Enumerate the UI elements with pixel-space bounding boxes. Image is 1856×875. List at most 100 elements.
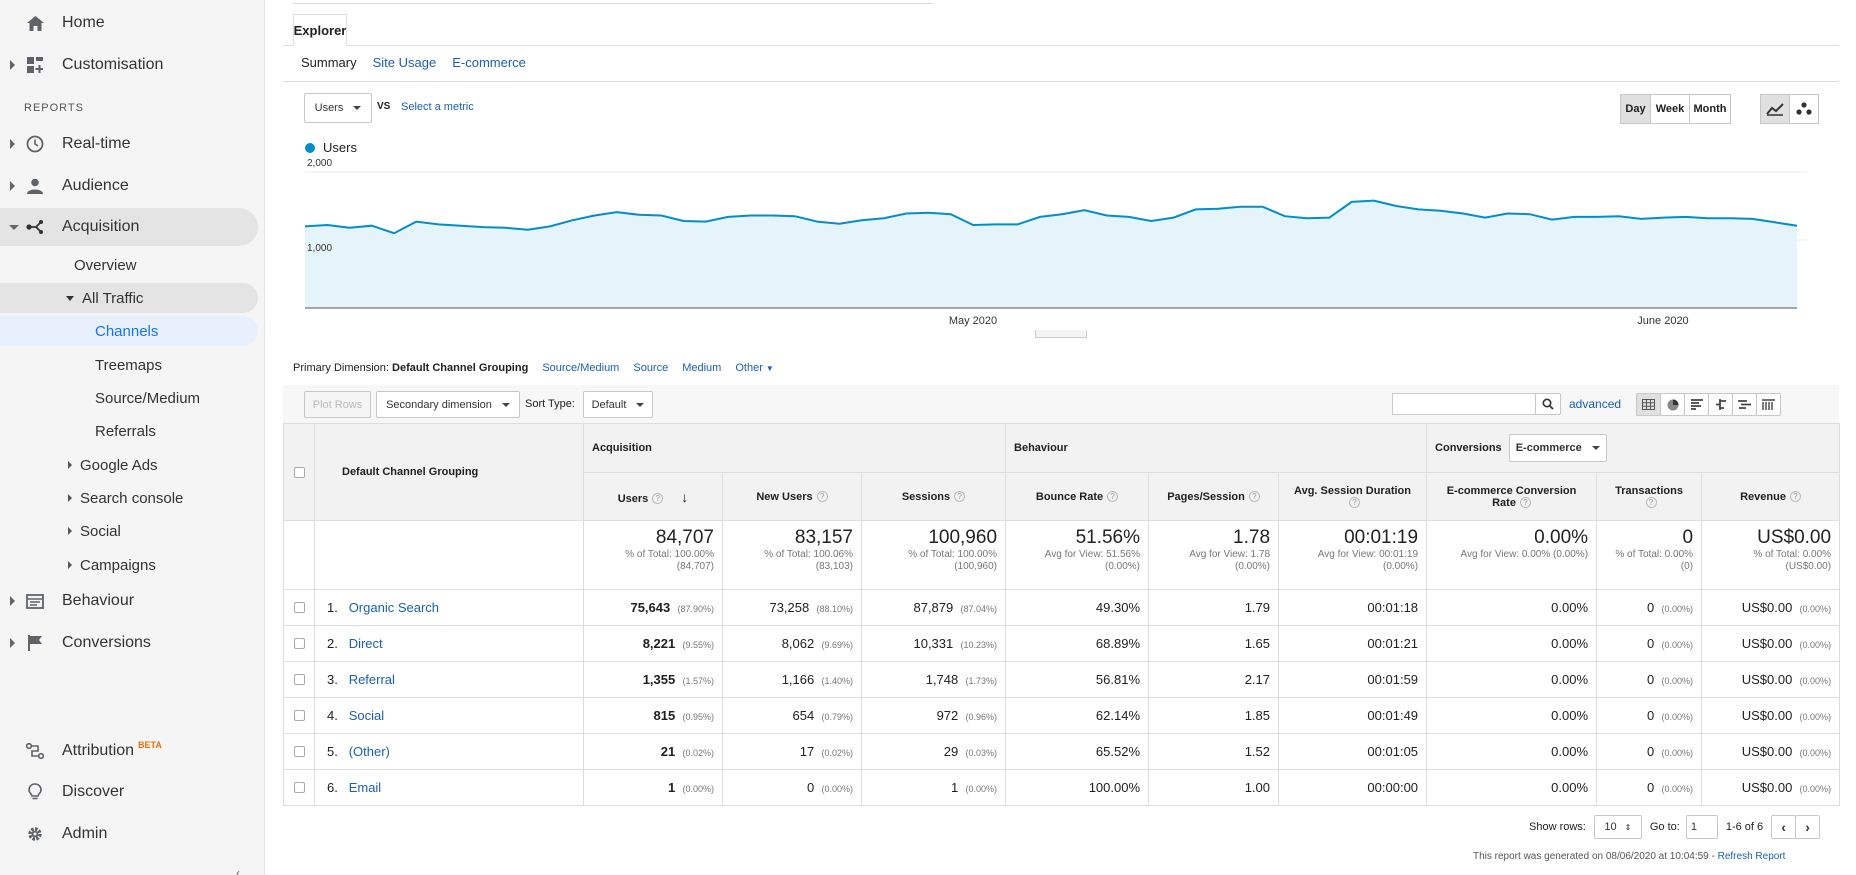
channel-link[interactable]: Email — [349, 780, 382, 795]
line-chart-button[interactable] — [1760, 94, 1790, 124]
metric-percent: (0.00%) — [1799, 676, 1832, 686]
search-button[interactable] — [1535, 393, 1561, 415]
channel-link[interactable]: Direct — [349, 636, 383, 651]
period-week-button[interactable]: Week — [1650, 94, 1690, 124]
metric-value: 1,355 — [642, 672, 676, 687]
select-metric-link[interactable]: Select a metric — [401, 101, 474, 113]
beta-badge: BETA — [138, 740, 162, 750]
total-value: 51.56% — [1075, 527, 1141, 548]
col-bounce-rate[interactable]: Bounce Rate? — [1005, 472, 1150, 521]
conversions-goal-select[interactable]: E-commerce — [1508, 434, 1607, 462]
help-icon[interactable]: ? — [954, 491, 966, 503]
view-table-button[interactable] — [1636, 393, 1661, 416]
nav-admin[interactable]: Admin — [0, 815, 258, 853]
col-avg-session-duration[interactable]: Avg. Session Duration? — [1278, 472, 1428, 521]
pd-source-medium[interactable]: Source/Medium — [542, 362, 619, 374]
view-bar-button[interactable] — [1684, 393, 1709, 416]
col-ecommerce-conversion-rate[interactable]: E-commerce Conversion Rate? — [1426, 472, 1598, 521]
col-pages-session[interactable]: Pages/Session? — [1148, 472, 1280, 521]
secondary-dimension-select[interactable]: Secondary dimension — [376, 391, 520, 418]
subtab-summary[interactable]: Summary — [301, 55, 357, 70]
nav-all-traffic[interactable]: All Traffic — [0, 283, 258, 313]
help-icon[interactable]: ? — [1248, 491, 1260, 503]
nav-acquisition[interactable]: Acquisition — [0, 208, 258, 246]
help-icon[interactable]: ? — [1349, 497, 1361, 509]
view-comparison-button[interactable] — [1708, 393, 1733, 416]
nav-behaviour[interactable]: Behaviour — [0, 582, 258, 620]
channel-link[interactable]: Social — [349, 708, 384, 723]
nav-channels[interactable]: Channels — [0, 316, 258, 346]
channel-link[interactable]: Organic Search — [349, 600, 439, 615]
refresh-report-link[interactable]: Refresh Report — [1718, 851, 1786, 862]
subtab-site-usage[interactable]: Site Usage — [373, 55, 437, 70]
row-checkbox[interactable] — [293, 782, 305, 793]
motion-chart-button[interactable] — [1789, 94, 1819, 124]
row-checkbox[interactable] — [293, 602, 305, 613]
nav-customisation[interactable]: Customisation — [0, 46, 258, 84]
pd-medium[interactable]: Medium — [682, 362, 721, 374]
col-users[interactable]: Users? ↓ — [583, 472, 723, 521]
channel-link[interactable]: Referral — [349, 672, 395, 687]
nav-treemaps[interactable]: Treemaps — [95, 350, 162, 380]
help-icon[interactable]: ? — [1789, 491, 1801, 503]
metric-percent: (0.00%) — [821, 784, 853, 794]
nav-source-medium[interactable]: Source/Medium — [95, 383, 200, 413]
col-transactions-label: Transactions — [1615, 484, 1683, 497]
advanced-link[interactable]: advanced — [1569, 397, 1621, 411]
total-value: 83,157 — [794, 527, 853, 548]
nav-home[interactable]: Home — [0, 4, 258, 42]
metric-select[interactable]: Users — [304, 93, 372, 123]
period-day-button[interactable]: Day — [1620, 94, 1651, 124]
help-icon[interactable]: ? — [652, 493, 664, 505]
prev-page-button[interactable]: ‹ — [1771, 815, 1797, 839]
subtab-ecommerce[interactable]: E-commerce — [452, 55, 526, 70]
nav-google-ads[interactable]: Google Ads — [68, 450, 158, 480]
total-value: 0 — [1682, 527, 1694, 548]
channel-cell: 5. (Other) — [314, 733, 584, 770]
nav-referrals[interactable]: Referrals — [95, 416, 156, 446]
col-new-users[interactable]: New Users? — [722, 472, 862, 521]
nav-search-console[interactable]: Search console — [68, 483, 183, 513]
nav-realtime[interactable]: Real-time — [0, 125, 258, 163]
nav-attribution[interactable]: Attribution BETA — [0, 732, 258, 770]
show-rows-value: 10 — [1604, 821, 1617, 833]
metric-cell: 00:01:59 — [1278, 661, 1428, 698]
nav-campaigns[interactable]: Campaigns — [68, 550, 156, 580]
collapse-chevron-icon[interactable]: ‹ — [236, 866, 240, 875]
show-rows-select[interactable]: 10 ⇕ — [1593, 815, 1642, 839]
col-transactions[interactable]: Transactions? — [1596, 472, 1703, 521]
row-checkbox[interactable] — [293, 638, 305, 649]
nav-discover[interactable]: Discover — [0, 773, 258, 811]
next-page-button[interactable]: › — [1795, 815, 1821, 839]
view-term-cloud-button[interactable] — [1732, 393, 1757, 416]
view-pivot-button[interactable] — [1756, 393, 1781, 416]
help-icon[interactable]: ? — [1645, 497, 1657, 509]
nav-overview[interactable]: Overview — [74, 250, 137, 280]
goto-input[interactable]: 1 — [1685, 815, 1718, 839]
col-sessions[interactable]: Sessions? — [860, 472, 1007, 521]
nav-audience[interactable]: Audience — [0, 167, 258, 205]
col-revenue[interactable]: Revenue? — [1701, 472, 1841, 521]
plot-rows-button[interactable]: Plot Rows — [304, 391, 371, 418]
tab-explorer[interactable]: Explorer — [293, 14, 347, 46]
dim-header[interactable]: Default Channel Grouping — [314, 423, 584, 521]
row-checkbox[interactable] — [293, 746, 305, 757]
help-icon[interactable]: ? — [1107, 491, 1119, 503]
row-checkbox[interactable] — [293, 674, 305, 685]
table-search-input[interactable] — [1392, 393, 1536, 415]
help-icon[interactable]: ? — [1519, 497, 1531, 509]
channel-link[interactable]: (Other) — [349, 744, 390, 759]
nav-conversions[interactable]: Conversions — [0, 624, 258, 662]
row-checkbox[interactable] — [293, 710, 305, 721]
chart-resize-handle[interactable] — [1035, 330, 1087, 338]
metric-value: 0 — [1647, 744, 1655, 759]
sort-type-select[interactable]: Default — [583, 391, 653, 418]
view-pie-button[interactable] — [1660, 393, 1685, 416]
pd-other[interactable]: Other ▼ — [735, 362, 774, 374]
pd-source[interactable]: Source — [633, 362, 668, 374]
help-icon[interactable]: ? — [816, 491, 828, 503]
select-all-checkbox[interactable] — [293, 466, 305, 478]
period-month-button[interactable]: Month — [1689, 94, 1731, 124]
nav-social[interactable]: Social — [68, 516, 121, 546]
metric-cell: US$0.00 (0.00%) — [1701, 769, 1841, 806]
